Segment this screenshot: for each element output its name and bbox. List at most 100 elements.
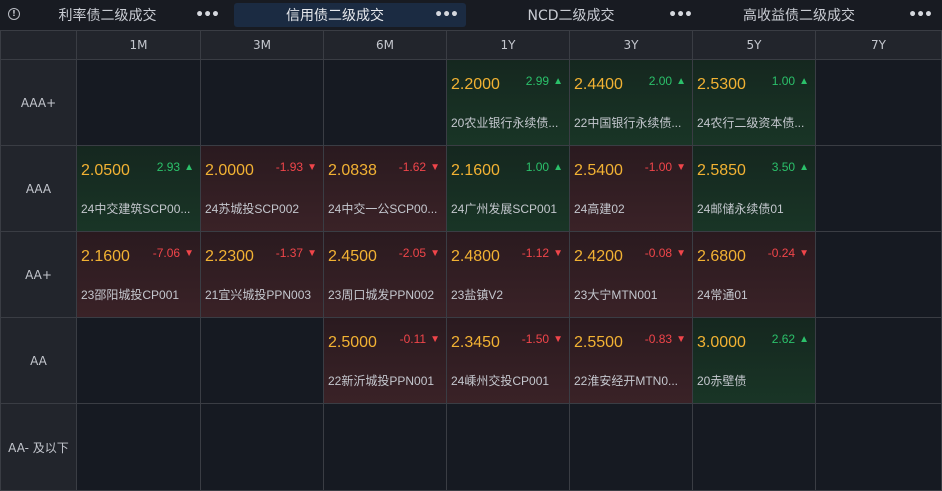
- triangle-down-icon: ▼: [430, 333, 440, 345]
- tab-ncd[interactable]: NCD二级成交 •••: [472, 3, 700, 27]
- bond-name[interactable]: 24中交一公SCP00...: [328, 200, 437, 217]
- bond-name[interactable]: 22中国银行永续债...: [574, 114, 681, 131]
- empty-cell: [447, 404, 569, 490]
- trade-cell[interactable]: 2.4500 -2.05 ▼ 23周口城发PPN002: [324, 232, 446, 317]
- tab-high-yield[interactable]: 高收益债二级成交 •••: [708, 3, 942, 27]
- trade-cell[interactable]: 2.3450 -1.50 ▼ 24嵊州交投CP001: [447, 318, 569, 403]
- trade-cell[interactable]: 2.1600 -7.06 ▼ 23邵阳城投CP001: [77, 232, 200, 317]
- bond-name[interactable]: 20农业银行永续债...: [451, 114, 558, 131]
- column-header-3m[interactable]: 3M: [201, 31, 323, 59]
- column-header-1m[interactable]: 1M: [77, 31, 200, 59]
- row-header: AAA+: [1, 60, 76, 145]
- triangle-down-icon: ▼: [307, 161, 317, 173]
- empty-cell: [77, 318, 200, 403]
- trade-cell[interactable]: 2.5500 -0.83 ▼ 22淮安经开MTN0...: [570, 318, 692, 403]
- yield-value: 2.2000: [451, 76, 500, 93]
- empty-cell: [816, 232, 941, 317]
- tab-label: 信用债二级成交: [286, 8, 384, 24]
- trade-cell[interactable]: 2.6800 -0.24 ▼ 24常通01: [693, 232, 815, 317]
- tab-label: NCD二级成交: [527, 8, 615, 24]
- bond-name[interactable]: 24高建02: [574, 200, 625, 217]
- column-header-6m[interactable]: 6M: [324, 31, 446, 59]
- trade-cell[interactable]: 2.5000 -0.11 ▼ 22新沂城投PPN001: [324, 318, 446, 403]
- empty-cell: [201, 318, 323, 403]
- info-icon[interactable]: !: [2, 4, 26, 24]
- bond-name[interactable]: 24中交建筑SCP00...: [81, 200, 190, 217]
- change-value: -1.00 ▼: [645, 160, 686, 174]
- empty-cell: [77, 404, 200, 490]
- yield-value: 2.4200: [574, 248, 623, 265]
- column-header-5y[interactable]: 5Y: [693, 31, 815, 59]
- bond-name[interactable]: 24邮储永续债01: [697, 200, 784, 217]
- triangle-down-icon: ▼: [799, 247, 809, 259]
- trade-cell[interactable]: 2.4400 2.00 ▲ 22中国银行永续债...: [570, 60, 692, 145]
- trade-cell[interactable]: 3.0000 2.62 ▲ 20赤壁债: [693, 318, 815, 403]
- change-number: -1.50: [521, 332, 550, 346]
- bond-name[interactable]: 24苏城投SCP002: [205, 200, 299, 217]
- yield-value: 2.0838: [328, 162, 377, 179]
- trade-cell[interactable]: 2.5850 3.50 ▲ 24邮储永续债01: [693, 146, 815, 231]
- triangle-down-icon: ▼: [430, 247, 440, 259]
- bond-name[interactable]: 24常通01: [697, 286, 748, 303]
- trade-matrix: 1M 3M 6M 1Y 3Y 5Y 7Y AAA+ AAA AA+ AA AA- 及以下 2.2000 2…: [0, 30, 942, 491]
- tab-label: 利率债二级成交: [58, 8, 157, 24]
- change-value: -0.83 ▼: [645, 332, 686, 346]
- yield-value: 2.4800: [451, 248, 500, 265]
- change-value: 1.00 ▲: [526, 160, 563, 174]
- change-number: -0.83: [644, 332, 673, 346]
- bond-name[interactable]: 22新沂城投PPN001: [328, 372, 434, 389]
- triangle-up-icon: ▲: [553, 161, 563, 173]
- change-value: -0.24 ▼: [768, 246, 809, 260]
- yield-value: 2.2300: [205, 248, 254, 265]
- trade-cell[interactable]: 2.4200 -0.08 ▼ 23大宁MTN001: [570, 232, 692, 317]
- bond-name[interactable]: 23大宁MTN001: [574, 286, 657, 303]
- trade-cell[interactable]: 2.2300 -1.37 ▼ 21宜兴城投PPN003: [201, 232, 323, 317]
- bond-name[interactable]: 24嵊州交投CP001: [451, 372, 549, 389]
- triangle-up-icon: ▲: [799, 75, 809, 87]
- column-header-3y[interactable]: 3Y: [570, 31, 692, 59]
- trade-cell[interactable]: 2.0500 2.93 ▲ 24中交建筑SCP00...: [77, 146, 200, 231]
- tab-credit-bond[interactable]: 信用债二级成交 •••: [234, 3, 466, 27]
- bond-name[interactable]: 21宜兴城投PPN003: [205, 286, 311, 303]
- change-number: 2.99: [525, 74, 550, 88]
- trade-cell[interactable]: 2.1600 1.00 ▲ 24广州发展SCP001: [447, 146, 569, 231]
- bond-name[interactable]: 24农行二级资本债...: [697, 114, 804, 131]
- trade-cell[interactable]: 2.0838 -1.62 ▼ 24中交一公SCP00...: [324, 146, 446, 231]
- column-header-7y[interactable]: 7Y: [816, 31, 941, 59]
- trade-cell[interactable]: 2.2000 2.99 ▲ 20农业银行永续债...: [447, 60, 569, 145]
- change-value: -2.05 ▼: [399, 246, 440, 260]
- change-value: -1.12 ▼: [522, 246, 563, 260]
- trade-cell[interactable]: 2.0000 -1.93 ▼ 24苏城投SCP002: [201, 146, 323, 231]
- triangle-up-icon: ▲: [184, 161, 194, 173]
- bond-name[interactable]: 23邵阳城投CP001: [81, 286, 179, 303]
- empty-cell: [324, 60, 446, 145]
- yield-value: 2.5500: [574, 334, 623, 351]
- change-value: 2.62 ▲: [772, 332, 809, 346]
- yield-value: 2.1600: [81, 248, 130, 265]
- bond-name[interactable]: 20赤壁债: [697, 372, 746, 389]
- more-icon[interactable]: •••: [434, 3, 459, 27]
- empty-cell: [324, 404, 446, 490]
- corner-cell: [1, 31, 76, 59]
- change-value: -1.50 ▼: [522, 332, 563, 346]
- change-value: 2.93 ▲: [157, 160, 194, 174]
- change-value: 2.99 ▲: [526, 74, 563, 88]
- change-value: -0.08 ▼: [645, 246, 686, 260]
- tab-rate-bond[interactable]: 利率债二级成交 •••: [28, 3, 227, 27]
- yield-value: 2.4400: [574, 76, 623, 93]
- triangle-down-icon: ▼: [676, 161, 686, 173]
- trade-cell[interactable]: 2.4800 -1.12 ▼ 23盐镇V2: [447, 232, 569, 317]
- bond-name[interactable]: 23周口城发PPN002: [328, 286, 434, 303]
- yield-value: 2.4500: [328, 248, 377, 265]
- triangle-up-icon: ▲: [799, 333, 809, 345]
- trade-cell[interactable]: 2.5300 1.00 ▲ 24农行二级资本债...: [693, 60, 815, 145]
- row-header: AA: [1, 318, 76, 403]
- bond-name[interactable]: 23盐镇V2: [451, 286, 503, 303]
- trade-cell[interactable]: 2.5400 -1.00 ▼ 24高建02: [570, 146, 692, 231]
- bond-name[interactable]: 24广州发展SCP001: [451, 200, 557, 217]
- column-header-1y[interactable]: 1Y: [447, 31, 569, 59]
- bond-name[interactable]: 22淮安经开MTN0...: [574, 372, 678, 389]
- more-icon[interactable]: •••: [668, 3, 693, 27]
- more-icon[interactable]: •••: [908, 3, 933, 27]
- more-icon[interactable]: •••: [195, 3, 220, 27]
